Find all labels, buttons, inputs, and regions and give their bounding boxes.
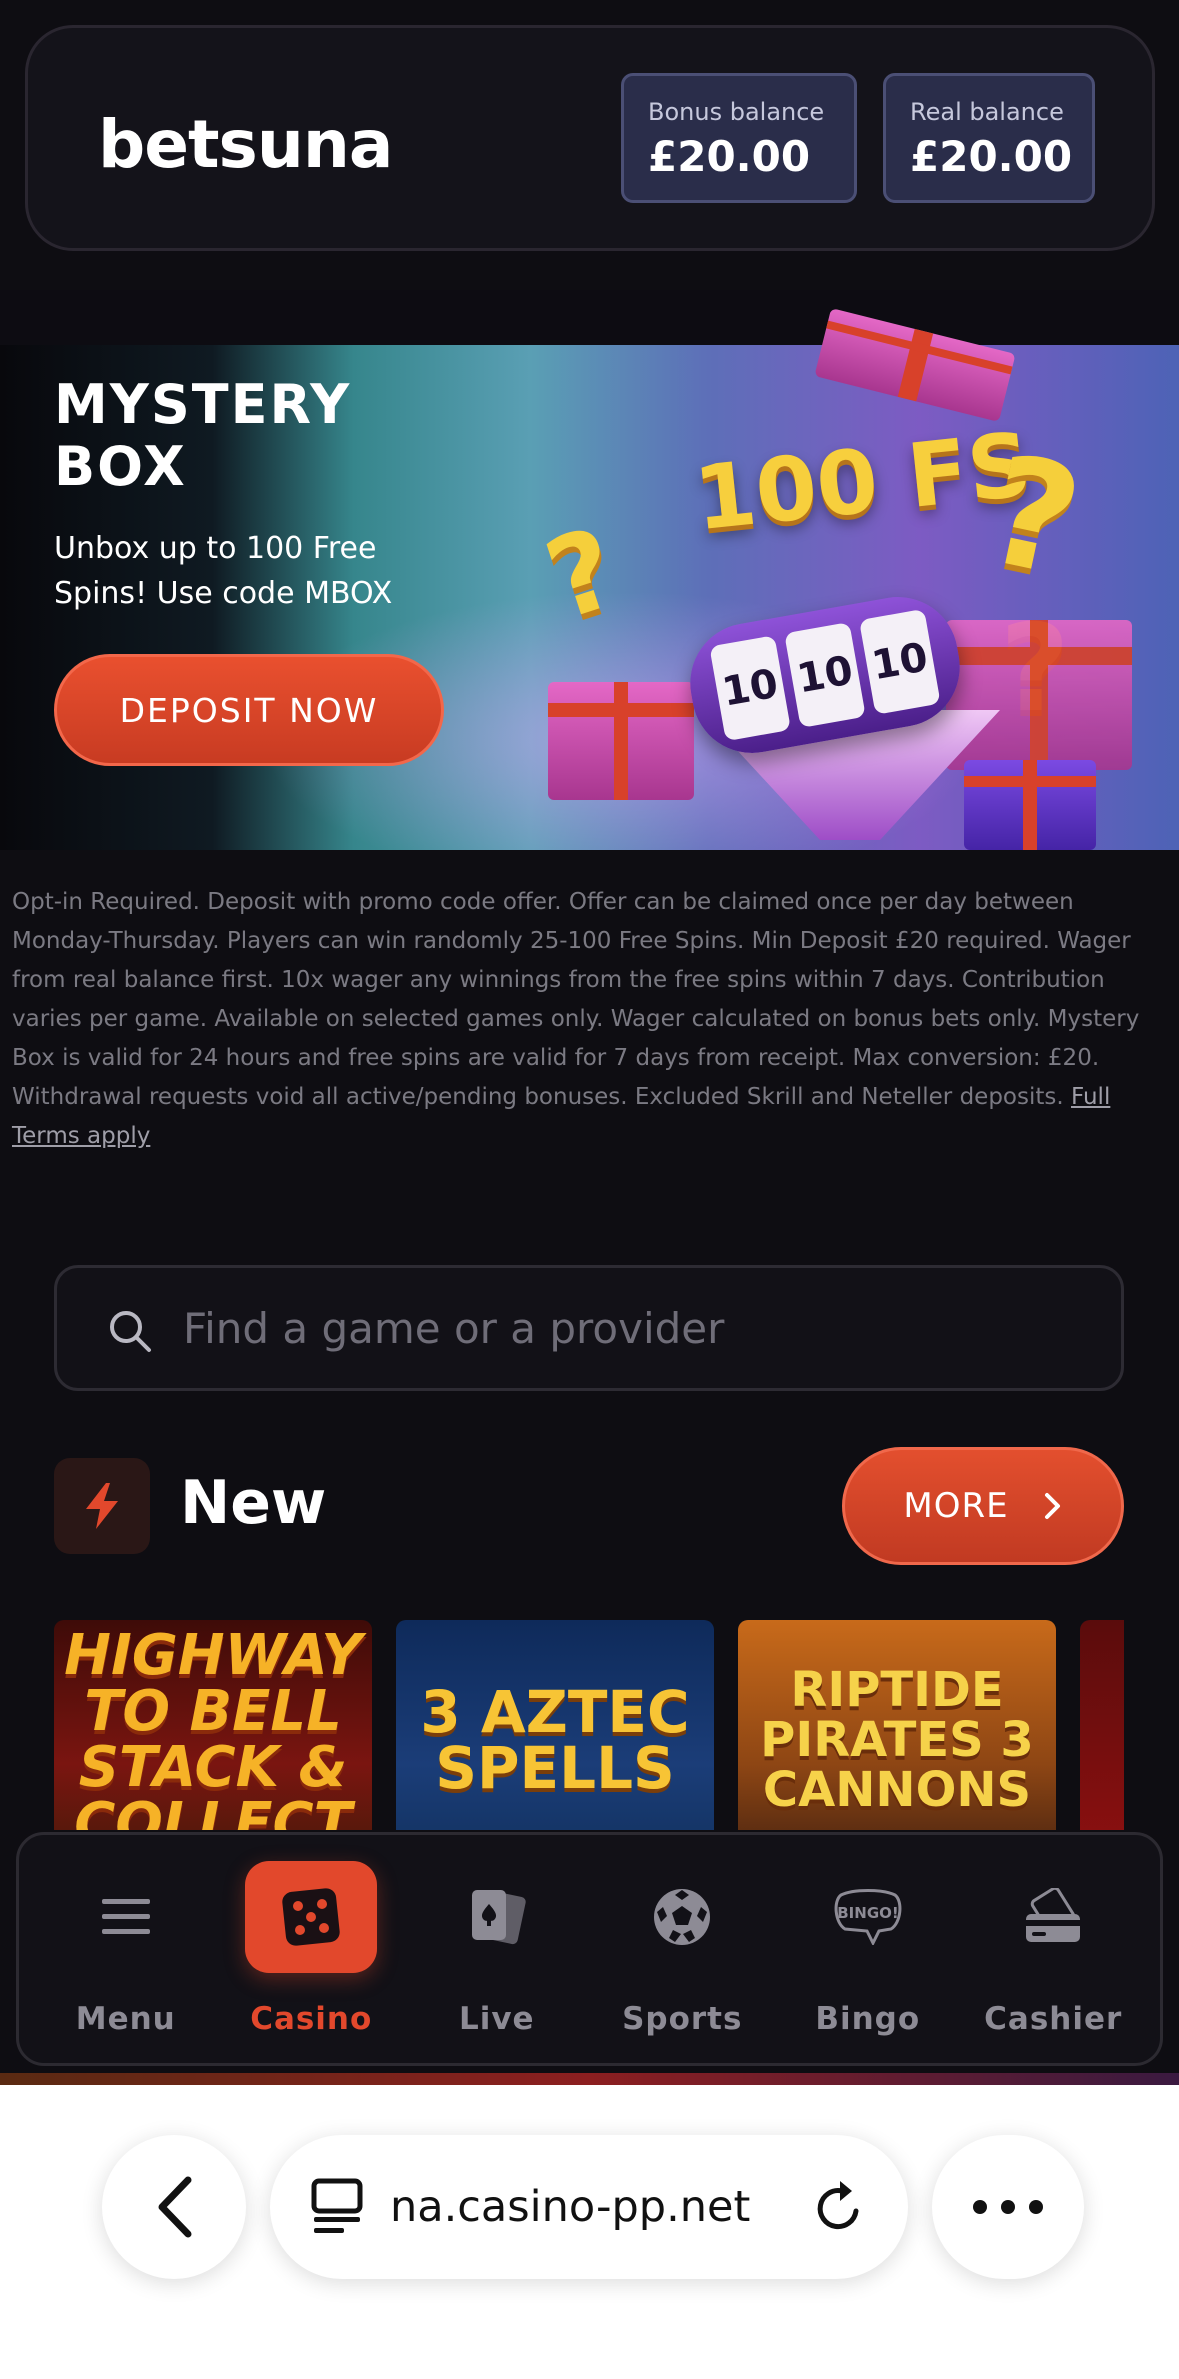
bonus-balance-amount: £20.00 <box>648 132 811 181</box>
game-tile-partial[interactable] <box>1080 1620 1124 1830</box>
back-button[interactable] <box>102 2135 246 2279</box>
betsuna-logo[interactable]: betsuna <box>98 106 393 183</box>
football-icon <box>654 1889 711 1945</box>
nav-item-live[interactable]: Live <box>404 1835 590 2063</box>
chevron-left-icon <box>158 2176 192 2238</box>
blue-gift-image <box>964 760 1096 850</box>
bottom-navigation: Menu Casino Live Sports BINGO! Bingo Cas… <box>16 1832 1163 2066</box>
address-bar[interactable]: na.casino-pp.net <box>270 2135 908 2279</box>
bonus-balance-label: Bonus balance <box>648 98 825 126</box>
nav-label: Cashier <box>984 2001 1123 2037</box>
tab-layout-icon <box>311 2178 363 2233</box>
terms-text: Opt-in Required. Deposit with promo code… <box>12 889 1140 1110</box>
real-balance-amount: £20.00 <box>910 132 1073 181</box>
deposit-now-button[interactable]: DEPOSIT NOW <box>54 654 444 766</box>
slot-reel: 10 <box>784 621 866 729</box>
nav-item-cashier[interactable]: Cashier <box>961 1835 1147 2063</box>
search-input[interactable] <box>183 1268 1083 1388</box>
url-text: na.casino-pp.net <box>390 2182 751 2232</box>
dice-icon <box>282 1888 340 1946</box>
search-icon <box>110 1311 151 1352</box>
real-balance-label: Real balance <box>910 98 1064 126</box>
more-button[interactable]: MORE <box>842 1447 1124 1565</box>
ellipsis-icon <box>973 2200 1043 2214</box>
nav-label: Sports <box>622 2001 743 2037</box>
banner-subtitle: Unbox up to 100 Free Spins! Use code MBO… <box>54 531 393 611</box>
site-header: betsuna Bonus balance £20.00 Real balanc… <box>25 25 1155 251</box>
mystery-box-banner[interactable]: 100 FS ? ? ? 10 10 10 MYSTERY BOX Unbox … <box>0 290 1179 850</box>
nav-label: Live <box>458 2001 535 2037</box>
menu-icon <box>101 1899 150 1934</box>
new-section-title: New <box>180 1468 327 1538</box>
real-balance-box[interactable]: Real balance £20.00 <box>883 73 1095 203</box>
free-spins-art-text: 100 FS <box>689 412 1037 551</box>
game-title: 3 AZTEC SPELLS <box>420 1678 690 1802</box>
nav-item-sports[interactable]: Sports <box>590 1835 776 2063</box>
game-search-bar[interactable] <box>54 1265 1124 1391</box>
more-button-label: MORE <box>903 1486 1009 1526</box>
more-options-button[interactable] <box>932 2135 1084 2279</box>
new-games-carousel[interactable]: HIGHWAY TO BELL STACK & COLLECT 3 AZTEC … <box>54 1620 1124 1830</box>
flying-gift-lid-image <box>814 308 1016 422</box>
game-title: HIGHWAY TO BELL STACK & COLLECT <box>64 1623 362 1831</box>
svg-text:BINGO!: BINGO! <box>837 1904 898 1922</box>
game-title: RIPTIDE PIRATES 3 CANNONS <box>760 1662 1034 1818</box>
cards-icon <box>471 1890 526 1945</box>
banner-title: MYSTERY BOX <box>54 373 352 498</box>
nav-item-menu[interactable]: Menu <box>33 1835 219 2063</box>
reload-icon[interactable] <box>812 2179 868 2237</box>
pink-gift-image <box>548 682 694 800</box>
game-tile[interactable]: HIGHWAY TO BELL STACK & COLLECT <box>54 1620 372 1830</box>
pink-gift-image <box>946 620 1132 770</box>
cashier-icon <box>1026 1888 1081 1942</box>
promo-terms: Opt-in Required. Deposit with promo code… <box>12 883 1172 1156</box>
lightning-icon <box>54 1458 150 1554</box>
nav-item-bingo[interactable]: BINGO! Bingo <box>775 1835 961 2063</box>
bonus-balance-box[interactable]: Bonus balance £20.00 <box>621 73 857 203</box>
slot-reel: 10 <box>709 635 791 742</box>
nav-item-casino[interactable]: Casino <box>219 1835 405 2063</box>
slot-reel: 10 <box>859 608 941 715</box>
game-tile[interactable]: RIPTIDE PIRATES 3 CANNONS <box>738 1620 1056 1830</box>
nav-label: Menu <box>75 2001 176 2037</box>
bingo-icon: BINGO! <box>834 1889 902 1945</box>
chevron-right-icon <box>1044 1493 1060 1519</box>
nav-label: Casino <box>250 2001 373 2037</box>
browser-toolbar: na.casino-pp.net <box>0 2073 1179 2379</box>
game-tile[interactable]: 3 AZTEC SPELLS <box>396 1620 714 1830</box>
nav-label: Bingo <box>815 2001 921 2037</box>
